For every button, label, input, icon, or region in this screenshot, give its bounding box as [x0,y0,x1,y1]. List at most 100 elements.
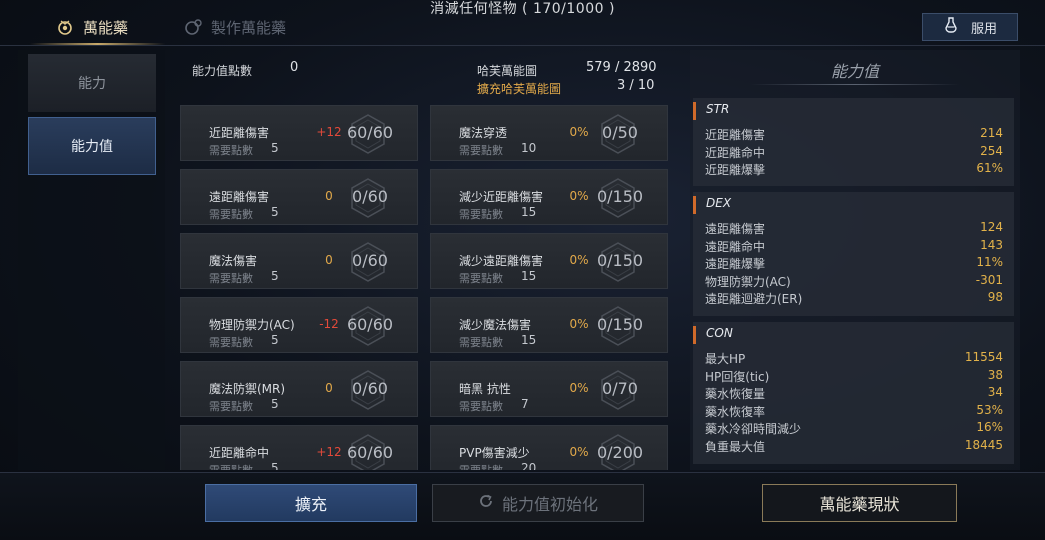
required-points-value: 15 [521,269,537,283]
craft-tab-icon [183,17,203,37]
stat-value: 34 [987,385,1003,400]
ability-card[interactable]: 魔法傷害 需要點數 5 0 0/60 [180,233,418,289]
stat-name: 遠距離命中 [705,239,766,254]
stat-value: 18445 [964,438,1003,452]
ability-card[interactable]: 減少近距離傷害 需要點數 15 0% 0/150 [430,169,668,225]
ability-card[interactable]: 物理防禦力(AC) 需要點數 5 -12 60/60 [180,297,418,353]
ability-progress: 60/60 [346,315,394,334]
stat-name: 藥水恢復量 [705,387,766,402]
stat-name: 遠距離迴避力(ER) [705,292,803,307]
sidebar-item-label: 能力 [78,76,106,92]
sidebar-item-stats[interactable]: 能力值 [28,117,156,175]
ability-card[interactable]: 減少魔法傷害 需要點數 15 0% 0/150 [430,297,668,353]
stat-section-dex: DEX 遠距離傷害 124 遠距離命中 143 遠距離爆擊 11% 物理防禦力(AC) -30… [693,192,1014,316]
stat-row: 藥水冷卻時間減少 16% [705,420,1003,437]
stats-panel: 能力值 STR 近距離傷害 214 近距離命中 254 近距離爆擊 61% DEX 遠距離… [690,50,1020,470]
ability-name: PVP傷害減少 [459,446,530,460]
stat-value: 53% [976,402,1003,417]
stat-name: 遠距離爆擊 [705,257,766,272]
stat-name: 物理防禦力(AC) [705,274,791,289]
stat-name: 遠距離傷害 [705,222,766,236]
required-points-label: 需要點數 [459,272,503,285]
stat-row: 近距離命中 254 [705,144,1003,161]
required-points-label: 需要點數 [209,336,253,349]
ability-card[interactable]: 減少遠距離傷害 需要點數 15 0% 0/150 [430,233,668,289]
expand-elixir-value: 3 / 10 [617,78,655,93]
expand-button-label: 擴充 [294,495,327,514]
reset-stats-button[interactable]: 能力值初始化 [432,484,644,522]
ability-name: 近距離傷害 [209,126,270,140]
required-points-label: 需要點數 [209,400,253,413]
ability-card[interactable]: PVP傷害減少需要點數200%0/200 [430,425,668,470]
ability-progress: 0/60 [352,187,388,206]
ability-name: 物理防禦力(AC) [209,318,295,332]
section-header: DEX [693,196,731,214]
required-points-value: 7 [521,397,529,411]
stat-name: 近距離爆擊 [705,163,766,178]
ability-name: 遠距離傷害 [209,190,270,204]
ability-card[interactable]: 近距離傷害 需要點數 5 +12 60/60 [180,105,418,161]
ability-progress: 0/150 [596,187,644,206]
ability-name: 減少魔法傷害 [459,318,532,332]
sidebar-item-ability[interactable]: 能力 [28,54,156,112]
stat-name: 藥水恢復率 [705,404,766,419]
required-points-label: 需要點數 [209,272,253,285]
stat-row: 物理防禦力(AC) -301 [705,273,1003,290]
use-button[interactable]: 服用 [922,13,1018,41]
required-points-label: 需要點數 [209,462,253,470]
stat-value: 11554 [964,350,1003,364]
stat-name: 近距離傷害 [705,128,766,142]
ability-progress: 60/60 [346,443,394,462]
required-points-value: 5 [271,269,279,283]
section-header: CON [693,326,733,344]
stat-value: 254 [980,143,1003,158]
refresh-icon [478,493,494,513]
stat-name: HP回復(tic) [705,369,770,384]
stat-row: 最大HP 11554 [705,350,1003,367]
required-points-value: 20 [521,461,537,470]
ability-card[interactable]: 暗黑 抗性 需要點數 7 0% 0/70 [430,361,668,417]
top-bar: 消滅任何怪物 ( 170/1000 ) 萬能藥 製作萬能藥 服用 [0,0,1045,46]
expand-button[interactable]: 擴充 [205,484,417,522]
required-points-value: 5 [271,141,279,155]
ability-name: 魔法防禦(MR) [209,382,286,396]
required-points-label: 需要點數 [459,400,503,413]
status-button-label: 萬能藥現狀 [819,495,900,514]
ability-card[interactable]: 遠距離傷害 需要點數 5 0 0/60 [180,169,418,225]
reset-button-label: 能力值初始化 [501,495,598,514]
required-points-label: 需要點數 [459,336,503,349]
ability-name: 魔法穿透 [459,126,508,140]
required-points-value: 5 [271,461,279,470]
tab-elixir[interactable]: 萬能藥 [55,12,128,42]
elixir-value: 579 / 2890 [586,60,657,75]
stat-row: 近距離爆擊 61% [705,161,1003,178]
ability-card[interactable]: 魔法穿透 需要點數 10 0% 0/50 [430,105,668,161]
stat-value: 16% [976,420,1003,435]
ability-progress: 0/50 [602,123,638,142]
required-points-value: 5 [271,333,279,347]
ability-progress: 60/60 [346,123,394,142]
required-points-value: 15 [521,205,537,219]
elixir-status-button[interactable]: 萬能藥現狀 [762,484,957,522]
points-label: 能力值點數 [192,64,253,78]
required-points-value: 10 [521,141,537,155]
ability-progress: 0/150 [596,315,644,334]
stats-panel-title: 能力值 [830,62,879,81]
ability-progress: 0/200 [596,443,644,462]
stat-row: 近距離傷害 214 [705,126,1003,143]
ability-panel: 能力值點數 0 哈芙萬能圖 579 / 2890 擴充哈芙萬能圖 3 / 10 … [172,50,682,470]
expand-elixir-label: 擴充哈芙萬能圖 [477,82,562,96]
stat-value: 214 [980,126,1003,140]
points-value: 0 [290,60,299,75]
stat-row: 藥水恢復量 34 [705,385,1003,402]
stat-value: 143 [980,237,1003,252]
ability-card[interactable]: 近距離命中需要點數5+1260/60 [180,425,418,470]
elixir-tab-icon [55,17,75,37]
required-points-label: 需要點數 [209,144,253,157]
stat-section-con: CON 最大HP 11554 HP回復(tic) 38 藥水恢復量 34 藥水恢復率 53% 藥… [693,322,1014,464]
ability-progress: 0/150 [596,251,644,270]
required-points-value: 5 [271,397,279,411]
tab-craft-elixir[interactable]: 製作萬能藥 [183,12,286,42]
stat-row: HP回復(tic) 38 [705,368,1003,385]
ability-card[interactable]: 魔法防禦(MR) 需要點數 5 0 0/60 [180,361,418,417]
